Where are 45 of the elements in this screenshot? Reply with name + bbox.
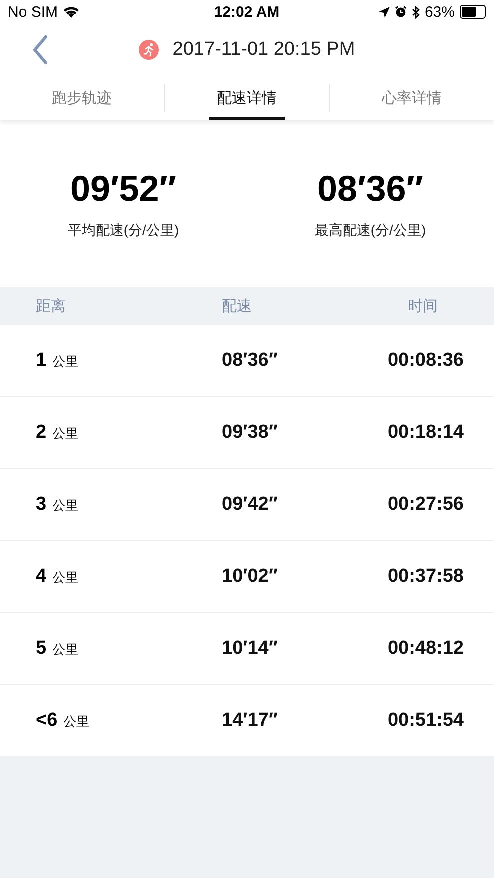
pace-cell-text: 10′02″	[221, 566, 279, 588]
clock-text: 12:02 AM	[214, 4, 280, 20]
time-cell-text: 00:18:14	[386, 422, 464, 444]
distance-unit: 公里	[64, 712, 90, 730]
location-arrow-icon	[378, 6, 390, 18]
distance-unit: 公里	[52, 424, 79, 442]
column-header: 距离	[36, 296, 67, 316]
tab[interactable]: 配速详情	[165, 76, 329, 120]
pace-cell-text: 14′17″	[221, 710, 279, 732]
distance-unit: 公里	[52, 496, 79, 514]
distance-number: 4	[36, 566, 47, 588]
pace-label: 平均配速(分/公里)	[68, 222, 180, 240]
distance-number: 2	[36, 422, 47, 444]
pace-value: 08′36″	[318, 168, 424, 210]
runner-icon	[138, 40, 159, 60]
time-cell-text: 00:48:12	[386, 638, 464, 660]
distance-number: <6	[36, 710, 58, 732]
time-cell-text: 00:51:54	[386, 710, 464, 732]
pace-label: 最高配速(分/公里)	[314, 222, 426, 240]
distance-unit: 公里	[52, 640, 79, 658]
distance-number: 1	[36, 350, 47, 372]
time-cell-text: 00:08:36	[386, 350, 464, 372]
pace-cell-text: 09′42″	[221, 494, 279, 516]
battery-icon	[460, 5, 486, 19]
pace-value: 09′52″	[70, 168, 176, 210]
bluetooth-icon	[412, 6, 420, 18]
tab[interactable]: 心率详情	[330, 76, 494, 120]
back-button[interactable]	[32, 34, 50, 66]
distance-number: 5	[36, 638, 47, 660]
pace-cell-text: 08′36″	[221, 350, 279, 372]
wifi-icon	[63, 6, 80, 18]
header-title: 2017-11-01 20:15 PM	[172, 39, 356, 61]
alarm-clock-icon	[394, 6, 407, 18]
tab[interactable]: 跑步轨迹	[0, 76, 164, 120]
distance-number: 3	[36, 494, 47, 516]
distance-unit: 公里	[52, 568, 79, 586]
battery-percent-text: 63%	[424, 4, 455, 20]
pace-cell-text: 10′14″	[221, 638, 279, 660]
time-cell-text: 00:37:58	[386, 566, 464, 588]
time-cell-text: 00:27:56	[386, 494, 464, 516]
column-header: 时间	[407, 296, 439, 316]
pace-cell-text: 09′38″	[221, 422, 279, 444]
carrier-text: No SIM	[8, 4, 58, 20]
distance-unit: 公里	[52, 352, 79, 370]
column-header: 配速	[221, 296, 253, 316]
